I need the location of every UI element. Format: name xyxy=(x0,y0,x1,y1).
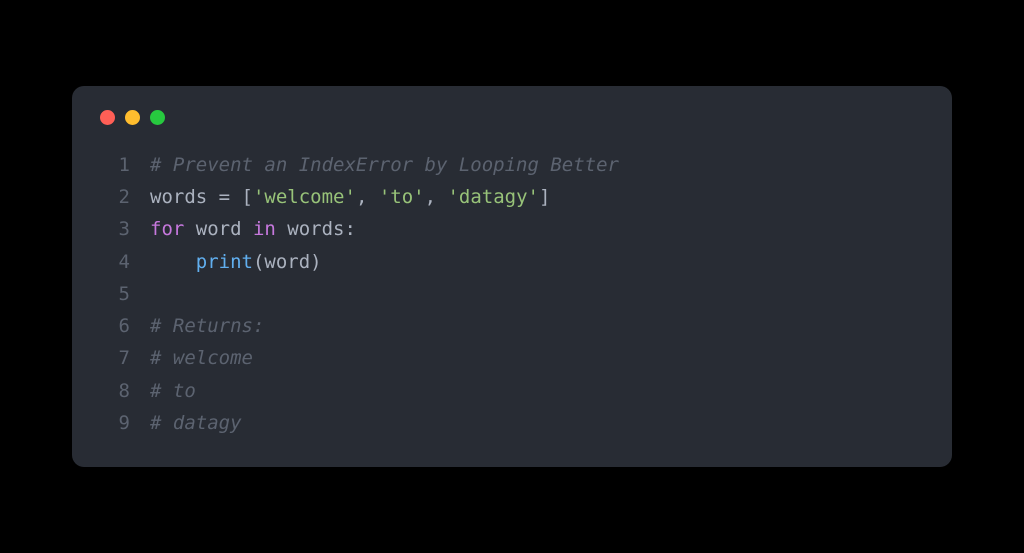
line-number: 8 xyxy=(100,375,130,407)
line-content: print(word) xyxy=(150,246,322,278)
line-number: 3 xyxy=(100,213,130,245)
line-number: 2 xyxy=(100,181,130,213)
code-editor-window: 1 # Prevent an IndexError by Looping Bett… xyxy=(72,86,952,468)
line-number: 7 xyxy=(100,342,130,374)
line-content: # Prevent an IndexError by Looping Bette… xyxy=(150,149,619,181)
minimize-icon[interactable] xyxy=(125,110,140,125)
code-line: 1 # Prevent an IndexError by Looping Bett… xyxy=(100,149,924,181)
code-token: # datagy xyxy=(150,412,242,434)
code-line: 8 # to xyxy=(100,375,924,407)
code-line: 5 xyxy=(100,278,924,310)
code-line: 7 # welcome xyxy=(100,342,924,374)
code-token: words xyxy=(150,186,219,208)
code-token: for xyxy=(150,218,184,240)
code-token: word xyxy=(184,218,253,240)
line-content: words = ['welcome', 'to', 'datagy'] xyxy=(150,181,550,213)
code-token: # to xyxy=(150,380,196,402)
code-token xyxy=(150,251,196,273)
code-token: , xyxy=(356,186,379,208)
code-token: 'to' xyxy=(379,186,425,208)
line-number: 9 xyxy=(100,407,130,439)
window-controls xyxy=(100,110,924,125)
code-token: # Returns: xyxy=(150,315,264,337)
line-content: # welcome xyxy=(150,342,253,374)
code-token: # welcome xyxy=(150,347,253,369)
line-number: 5 xyxy=(100,278,130,310)
line-content: # datagy xyxy=(150,407,242,439)
code-token: = xyxy=(219,186,230,208)
maximize-icon[interactable] xyxy=(150,110,165,125)
code-line: 4 print(word) xyxy=(100,246,924,278)
code-area[interactable]: 1 # Prevent an IndexError by Looping Bett… xyxy=(100,149,924,440)
line-content: for word in words: xyxy=(150,213,356,245)
code-token: (word) xyxy=(253,251,322,273)
code-line: 3 for word in words: xyxy=(100,213,924,245)
line-content: # Returns: xyxy=(150,310,264,342)
line-number: 1 xyxy=(100,149,130,181)
code-token: , xyxy=(425,186,448,208)
code-token: print xyxy=(196,251,253,273)
code-token: 'datagy' xyxy=(447,186,539,208)
code-line: 9 # datagy xyxy=(100,407,924,439)
code-token: [ xyxy=(230,186,253,208)
code-token: # Prevent an IndexError by Looping Bette… xyxy=(150,154,619,176)
code-line: 6 # Returns: xyxy=(100,310,924,342)
line-content: # to xyxy=(150,375,196,407)
code-token: 'welcome' xyxy=(253,186,356,208)
close-icon[interactable] xyxy=(100,110,115,125)
code-token: words: xyxy=(276,218,356,240)
line-number: 6 xyxy=(100,310,130,342)
line-number: 4 xyxy=(100,246,130,278)
code-token: in xyxy=(253,218,276,240)
code-token: ] xyxy=(539,186,550,208)
code-line: 2 words = ['welcome', 'to', 'datagy'] xyxy=(100,181,924,213)
